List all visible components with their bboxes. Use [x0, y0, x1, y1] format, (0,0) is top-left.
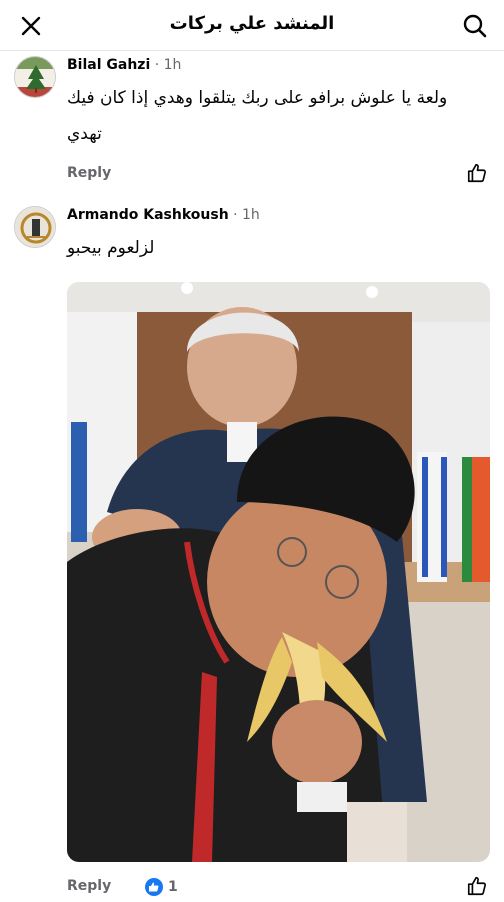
cedar-flag-avatar-image — [15, 57, 55, 97]
comment-text: لزلعوم بيحبو — [67, 238, 155, 258]
photo-image — [67, 282, 490, 862]
top-bar: المنشد علي بركات — [0, 0, 504, 51]
avatar[interactable] — [14, 56, 56, 98]
like-reaction-icon — [145, 878, 163, 896]
search-icon — [463, 14, 487, 38]
reply-button[interactable]: Reply — [67, 165, 111, 181]
page-title: المنشد علي بركات — [169, 13, 335, 34]
reply-button[interactable]: Reply — [67, 878, 111, 894]
comment-author-name[interactable]: Bilal Gahzi — [67, 57, 150, 73]
reaction-count: 1 — [168, 879, 178, 895]
search-button[interactable] — [458, 9, 492, 43]
comment-timestamp: · 1h — [154, 57, 182, 73]
like-button[interactable] — [466, 875, 490, 899]
comment-attached-photo[interactable] — [67, 282, 490, 862]
comment-text: ولعة يا علوش برافو على ربك يتلقوا وهدي إ… — [67, 88, 448, 144]
reaction-summary[interactable]: 1 — [145, 877, 178, 897]
avatar[interactable] — [14, 206, 56, 248]
thumbs-up-icon — [467, 163, 486, 183]
comment-timestamp: · 1h — [233, 207, 260, 223]
comment-author-line: Bilal Gahzi · 1h — [67, 57, 181, 73]
comment-author-line: Armando Kashkoush · 1h — [67, 207, 260, 223]
thumbs-up-icon — [467, 876, 486, 896]
like-button[interactable] — [466, 162, 490, 186]
comment-author-name[interactable]: Armando Kashkoush — [67, 207, 229, 223]
emblem-avatar-image — [15, 207, 55, 247]
